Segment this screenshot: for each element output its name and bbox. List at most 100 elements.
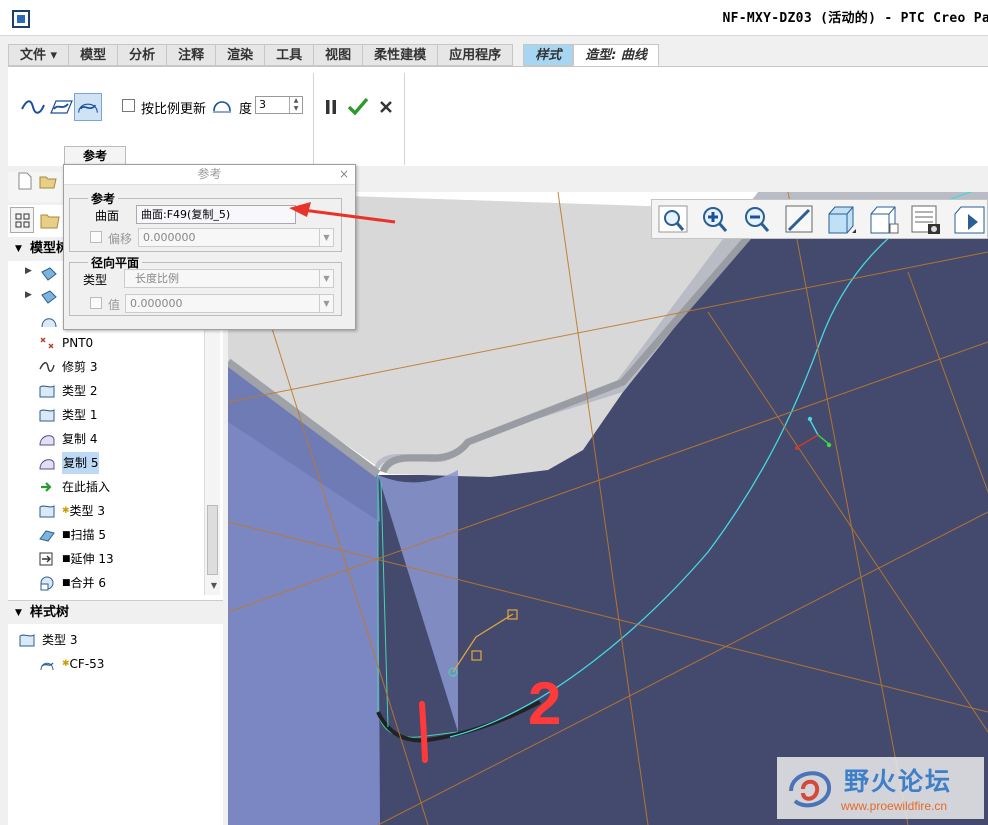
zoom-out-icon[interactable] xyxy=(738,202,776,238)
copy-icon xyxy=(39,459,55,470)
feature-icon-2 xyxy=(41,290,57,304)
cancel-x-icon[interactable] xyxy=(379,100,393,114)
degree-label: 度 xyxy=(239,102,253,117)
tree-item-merge-6[interactable]: ■ 合并 6 xyxy=(38,572,106,594)
offset-input[interactable]: 0.000000 ▼ xyxy=(138,228,334,247)
display-style-icon[interactable] xyxy=(822,202,860,238)
view-toolbar xyxy=(651,199,988,239)
perspective-view-icon[interactable] xyxy=(948,202,986,238)
references-tab[interactable]: 参考 xyxy=(64,146,126,166)
chevron-down-icon[interactable]: ▼ xyxy=(319,270,333,287)
ribbon-tabs: 文件 ▾ 模型 分析 注释 渲染 工具 视图 柔性建模 应用程序 样式 造型: … xyxy=(8,44,659,66)
ribbon-separator xyxy=(313,73,314,165)
tab-flexible-modeling[interactable]: 柔性建模 xyxy=(362,44,438,66)
ribbon-separator-2 xyxy=(404,73,405,165)
offset-label: 偏移 xyxy=(108,232,133,246)
chevron-down-icon[interactable]: ▼ xyxy=(319,229,333,246)
repaint-icon[interactable] xyxy=(780,202,818,238)
curve-on-surface-icon[interactable] xyxy=(74,93,102,121)
surface-icon xyxy=(19,634,35,647)
free-curve-icon[interactable] xyxy=(20,95,46,119)
value-label: 值 xyxy=(108,298,121,312)
accept-check-icon[interactable] xyxy=(347,96,369,116)
point-icon xyxy=(40,337,54,349)
title-bar: NF-MXY-DZ03 (活动的) - PTC Creo Pa xyxy=(0,0,988,36)
collapse-triangle-icon[interactable]: ▼ xyxy=(15,601,22,625)
tree-item-extend-13[interactable]: ■ 延伸 13 xyxy=(38,548,114,570)
expand-triangle-icon[interactable]: ▶ xyxy=(25,266,32,276)
tree-item-type-3[interactable]: ✱ 类型 3 xyxy=(38,500,105,522)
collapse-triangle-icon[interactable]: ▼ xyxy=(15,237,22,261)
tree-item-pnt0[interactable]: PNT0 xyxy=(38,332,93,354)
extend-icon xyxy=(39,552,53,566)
surface-icon xyxy=(39,385,55,398)
surface-icon xyxy=(39,409,55,422)
watermark-url: www.proewildfire.cn xyxy=(841,799,948,813)
view-manager-icon[interactable] xyxy=(906,202,944,238)
pause-icon[interactable] xyxy=(324,99,338,115)
references-dialog: 参考 × 参考 曲面 曲面:F49(复制_5) 偏移 0.000000 ▼ 径向… xyxy=(63,164,356,330)
style-tree-item-type-3[interactable]: 类型 3 xyxy=(18,629,77,651)
type-select[interactable]: 长度比例 ▼ xyxy=(124,269,334,288)
tab-style[interactable]: 样式 xyxy=(523,44,574,66)
feature-icon xyxy=(41,267,57,281)
update-by-scale-label: 按比例更新 xyxy=(141,102,207,117)
tab-analysis[interactable]: 分析 xyxy=(117,44,167,66)
tree-view-tab[interactable] xyxy=(10,207,34,233)
tab-view[interactable]: 视图 xyxy=(313,44,363,66)
folder-browser-icon[interactable] xyxy=(40,211,60,229)
degree-icon xyxy=(213,101,231,113)
tab-tools[interactable]: 工具 xyxy=(264,44,314,66)
degree-input[interactable]: 3 ▲ ▼ xyxy=(255,96,303,114)
value-checkbox[interactable] xyxy=(90,297,102,309)
chevron-down-icon[interactable]: ▼ xyxy=(319,295,333,312)
new-marker-icon: ✱ xyxy=(62,506,70,516)
value-input[interactable]: 0.000000 ▼ xyxy=(125,294,334,313)
tree-item-insert-here[interactable]: 在此插入 xyxy=(38,476,110,498)
tab-model[interactable]: 模型 xyxy=(68,44,118,66)
dialog-title: 参考 xyxy=(64,165,355,185)
degree-value: 3 xyxy=(259,98,266,111)
annotation-mark-1 xyxy=(419,701,428,763)
copy-icon xyxy=(39,435,55,446)
style-tree-header[interactable]: ▼ 样式树 xyxy=(8,600,223,624)
tree-item-sweep-5[interactable]: ■ 扫描 5 xyxy=(38,524,106,546)
annotation-arrow xyxy=(289,202,396,224)
degree-spinner[interactable]: ▲ ▼ xyxy=(289,97,302,113)
tab-file[interactable]: 文件 ▾ xyxy=(8,44,69,66)
open-folder-icon[interactable] xyxy=(39,172,57,190)
saved-orientations-icon[interactable] xyxy=(864,202,902,238)
tree-item-copy-5[interactable]: 复制 5 xyxy=(38,452,100,474)
refit-zoom-icon[interactable] xyxy=(654,202,692,238)
tab-applications[interactable]: 应用程序 xyxy=(437,44,514,66)
tab-render[interactable]: 渲染 xyxy=(215,44,265,66)
references-group-title: 参考 xyxy=(88,190,119,207)
surface-icon xyxy=(39,505,55,518)
tree-item-trim-3[interactable]: 修剪 3 xyxy=(38,356,97,378)
new-marker-icon: ✱ xyxy=(62,659,70,669)
expand-triangle-icon-2[interactable]: ▶ xyxy=(25,290,32,300)
zoom-in-icon[interactable] xyxy=(696,202,734,238)
watermark-logo-icon xyxy=(789,771,832,808)
merge-icon xyxy=(40,576,54,591)
tab-style-curve[interactable]: 造型: 曲线 xyxy=(573,44,659,66)
tree-item-type-2[interactable]: 类型 2 xyxy=(38,380,97,402)
tree-scrollbar[interactable] xyxy=(204,325,220,595)
tab-annotate[interactable]: 注释 xyxy=(166,44,216,66)
planar-curve-icon[interactable] xyxy=(48,95,74,119)
window-title: NF-MXY-DZ03 (活动的) - PTC Creo Pa xyxy=(722,11,988,26)
tree-item-type-1[interactable]: 类型 1 xyxy=(38,404,97,426)
surface-field[interactable]: 曲面:F49(复制_5) xyxy=(136,205,296,224)
close-icon[interactable]: × xyxy=(339,167,349,181)
tree-item-copy-4[interactable]: 复制 4 xyxy=(38,428,97,450)
new-file-icon[interactable] xyxy=(17,172,33,190)
watermark: 野火论坛 www.proewildfire.cn xyxy=(777,757,984,819)
type-label: 类型 xyxy=(83,273,108,287)
style-tree-item-cf53[interactable]: ✱ CF-53 xyxy=(38,653,104,675)
scroll-down-arrow[interactable]: ▼ xyxy=(206,581,222,595)
ribbon: 按比例更新 度 3 ▲ ▼ xyxy=(8,66,988,166)
insert-arrow-icon xyxy=(41,482,52,492)
update-by-scale-checkbox[interactable] xyxy=(122,99,135,112)
offset-checkbox[interactable] xyxy=(90,231,102,243)
app-icon[interactable] xyxy=(12,10,30,28)
